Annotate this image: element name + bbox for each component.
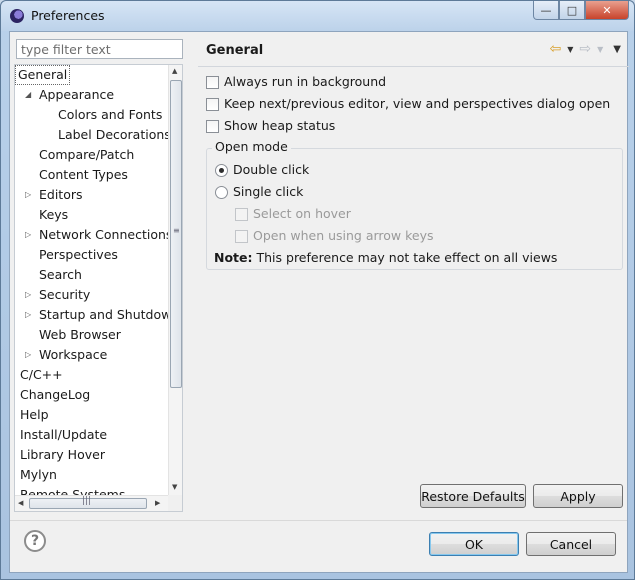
scroll-thumb[interactable]: ≡ <box>170 80 182 388</box>
tree-item[interactable]: Appearance <box>39 86 114 104</box>
select-on-hover-option: Select on hover <box>235 205 351 223</box>
close-button[interactable]: ✕ <box>585 1 629 20</box>
preference-tree: General ◢ Appearance Colors and Fonts Label … <box>14 64 183 512</box>
expand-arrow-icon[interactable]: ▷ <box>25 306 31 324</box>
show-heap-status-label: Show heap status <box>224 118 336 133</box>
scroll-right-icon[interactable]: ▶ <box>155 499 160 507</box>
apply-button[interactable]: Apply <box>533 484 623 508</box>
always-run-background-checkbox[interactable] <box>206 75 219 89</box>
open-with-arrow-keys-option: Open when using arrow keys <box>235 227 434 245</box>
tree-item[interactable]: Workspace <box>39 346 107 364</box>
forward-dropdown-icon[interactable]: ▼ <box>597 45 603 54</box>
back-arrow-icon[interactable]: ⇦ <box>550 41 562 57</box>
open-mode-label: Open mode <box>212 139 291 154</box>
restore-defaults-button[interactable]: Restore Defaults <box>420 484 526 508</box>
ok-button[interactable]: OK <box>429 532 519 556</box>
tree-item[interactable]: Label Decorations <box>58 126 169 144</box>
tree-item[interactable]: Content Types <box>39 166 128 184</box>
keep-dialog-open-checkbox[interactable] <box>206 97 219 111</box>
tree-item[interactable]: Compare/Patch <box>39 146 134 164</box>
show-heap-status-option[interactable]: Show heap status <box>206 117 335 135</box>
tree-item[interactable]: Startup and Shutdown <box>39 306 169 324</box>
horizontal-scroll-thumb[interactable]: ||| <box>29 496 147 509</box>
keep-dialog-open-label: Keep next/previous editor, view and pers… <box>224 96 611 111</box>
scroll-down-icon[interactable]: ▼ <box>172 483 177 491</box>
keep-dialog-open-option[interactable]: Keep next/previous editor, view and pers… <box>206 95 610 113</box>
select-on-hover-checkbox <box>235 207 248 221</box>
expand-arrow-icon[interactable]: ▷ <box>25 286 31 304</box>
tree-vertical-scrollbar[interactable]: ▲ ≡ ▼ <box>168 65 182 495</box>
collapse-arrow-icon[interactable]: ◢ <box>25 86 31 104</box>
page-nav-toolbar: ⇦ ▼ ⇨ ▼ ▼ <box>550 41 621 57</box>
title-bar[interactable]: Preferences — □ ✕ <box>1 1 634 31</box>
double-click-label: Double click <box>233 162 310 177</box>
expand-arrow-icon[interactable]: ▷ <box>25 186 31 204</box>
preferences-window: Preferences — □ ✕ type filter text Gener… <box>0 0 635 580</box>
page-title: General <box>206 43 264 58</box>
note-text: This preference may not take effect on a… <box>252 250 558 265</box>
tree-item[interactable]: General <box>15 65 71 85</box>
double-click-radio[interactable] <box>215 163 228 177</box>
maximize-button[interactable]: □ <box>559 1 585 20</box>
window-controls: — □ ✕ <box>533 1 629 21</box>
tree-item[interactable]: Library Hover <box>20 446 105 464</box>
tree-items: General ◢ Appearance Colors and Fonts Label … <box>15 65 169 495</box>
minimize-button[interactable]: — <box>533 1 559 20</box>
always-run-background-option[interactable]: Always run in background <box>206 73 386 91</box>
window-title: Preferences <box>31 8 105 23</box>
tree-item[interactable]: C/C++ <box>20 366 63 384</box>
expand-arrow-icon[interactable]: ▷ <box>25 226 31 244</box>
tree-item[interactable]: Editors <box>39 186 83 204</box>
page-header: General ⇦ ▼ ⇨ ▼ ▼ <box>198 32 629 67</box>
back-dropdown-icon[interactable]: ▼ <box>567 45 573 54</box>
show-heap-status-checkbox[interactable] <box>206 119 219 133</box>
tree-item[interactable]: Mylyn <box>20 466 57 484</box>
dialog-client-area: type filter text General ◢ Appearance Color… <box>9 31 629 573</box>
tree-item[interactable]: Help <box>20 406 49 424</box>
forward-arrow-icon[interactable]: ⇨ <box>579 41 591 57</box>
tree-item[interactable]: Perspectives <box>39 246 118 264</box>
single-click-label: Single click <box>233 184 304 199</box>
filter-input[interactable]: type filter text <box>16 39 183 59</box>
tree-horizontal-scrollbar[interactable]: ◀ ||| ▶ <box>15 495 169 511</box>
tree-item[interactable]: Keys <box>39 206 68 224</box>
tree-item[interactable]: Web Browser <box>39 326 121 344</box>
expand-arrow-icon[interactable]: ▷ <box>25 346 31 364</box>
grip-icon: ≡ <box>173 226 180 235</box>
single-click-option[interactable]: Single click <box>215 183 303 201</box>
open-with-arrow-keys-checkbox <box>235 229 248 243</box>
dialog-separator <box>10 520 627 521</box>
tree-item[interactable]: Colors and Fonts <box>58 106 162 124</box>
tree-item[interactable]: ChangeLog <box>20 386 90 404</box>
tree-item[interactable]: Search <box>39 266 82 284</box>
single-click-radio[interactable] <box>215 185 228 199</box>
tree-item[interactable]: Install/Update <box>20 426 107 444</box>
open-with-arrow-keys-label: Open when using arrow keys <box>253 228 434 243</box>
always-run-background-label: Always run in background <box>224 74 387 89</box>
preference-note: Note: This preference may not take effec… <box>214 250 557 265</box>
help-icon[interactable]: ? <box>24 530 46 552</box>
select-on-hover-label: Select on hover <box>253 206 351 221</box>
double-click-option[interactable]: Double click <box>215 161 309 179</box>
eclipse-icon <box>10 9 24 23</box>
tree-item[interactable]: Remote Systems <box>20 486 125 495</box>
tree-item[interactable]: Security <box>39 286 90 304</box>
scrollbar-corner <box>168 495 182 511</box>
tree-item[interactable]: Network Connections <box>39 226 169 244</box>
preference-page: General ⇦ ▼ ⇨ ▼ ▼ Always run in backgrou… <box>198 32 629 517</box>
view-menu-icon[interactable]: ▼ <box>613 44 621 55</box>
note-label: Note: <box>214 250 253 265</box>
scroll-left-icon[interactable]: ◀ <box>18 499 23 507</box>
cancel-button[interactable]: Cancel <box>526 532 616 556</box>
horizontal-grip-icon: ||| <box>82 496 92 506</box>
scroll-up-icon[interactable]: ▲ <box>172 67 177 75</box>
